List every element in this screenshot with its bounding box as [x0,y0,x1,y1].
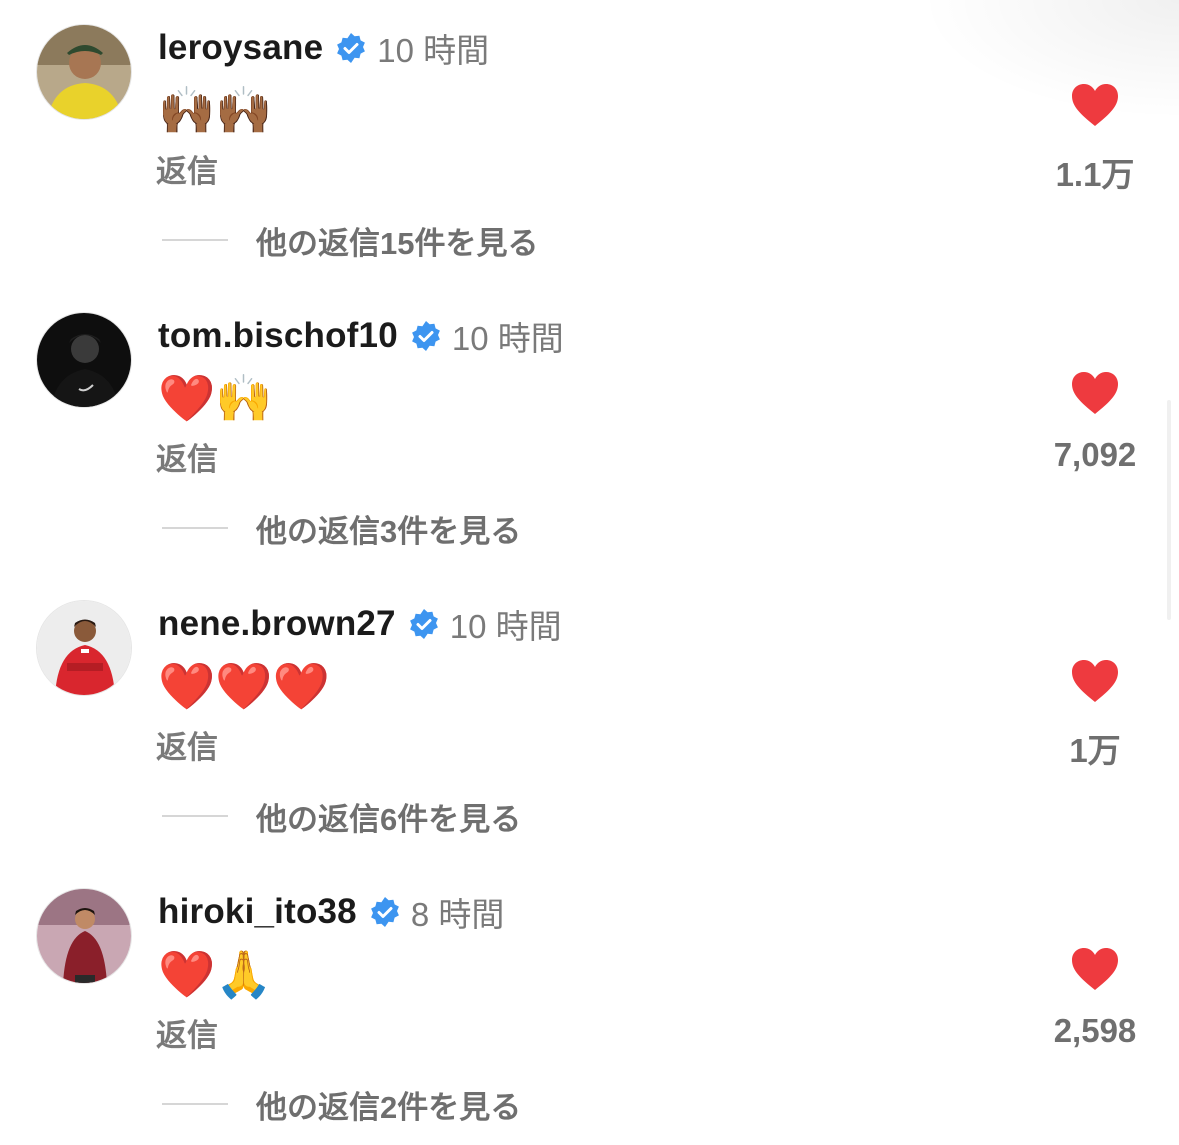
comment-time: 10 時間 [449,608,562,645]
comment-text: ❤️🙏 [158,947,273,1001]
comment-header: nene.brown27 10 時間 [158,598,562,650]
view-more-replies-label: 他の返信6件を見る [256,801,522,837]
divider-line [162,239,228,241]
avatar[interactable] [36,888,132,984]
comment-item: nene.brown27 10 時間 ❤️❤️❤️ 返信 1万 他の返信6件を見… [0,576,1179,864]
verified-badge-icon [335,32,367,64]
avatar[interactable] [36,600,132,696]
reply-button[interactable]: 返信 [156,722,218,767]
view-more-replies[interactable]: 他の返信2件を見る [162,1082,521,1126]
comment-item: leroysane 10 時間 🙌🏾🙌🏾 返信 1.1万 他の返信15件を見る [0,0,1179,288]
reply-button[interactable]: 返信 [156,1010,218,1055]
username[interactable]: leroysane [158,28,323,68]
comment-item: hiroki_ito38 8 時間 ❤️🙏 返信 2,598 他の返信2件を見る [0,864,1179,1145]
divider-line [162,815,228,817]
avatar-image [37,889,131,983]
view-more-replies[interactable]: 他の返信15件を見る [162,218,538,262]
like-count: 2,598 [1053,1012,1137,1049]
comments-page: leroysane 10 時間 🙌🏾🙌🏾 返信 1.1万 他の返信15件を見る [0,0,1179,1145]
like-count: 1.1万 [1055,156,1135,193]
view-more-replies-label: 他の返信3件を見る [256,513,522,549]
comment-time: 10 時間 [377,32,490,69]
comment-text: ❤️🙌 [158,371,273,425]
verified-badge-icon [410,320,442,352]
like-count: 7,092 [1053,436,1137,473]
comment-header: tom.bischof10 10 時間 [158,310,564,362]
heart-icon[interactable] [1070,946,1120,992]
divider-line [162,527,228,529]
comment-time: 10 時間 [451,320,564,357]
avatar-image [37,25,131,119]
heart-icon[interactable] [1070,658,1120,704]
heart-icon[interactable] [1070,370,1120,416]
username[interactable]: nene.brown27 [158,604,396,644]
avatar[interactable] [36,312,132,408]
divider-line [162,1103,228,1105]
view-more-replies-label: 他の返信2件を見る [256,1089,522,1125]
comment-text: 🙌🏾🙌🏾 [158,83,273,137]
verified-badge-icon [369,896,401,928]
comment-item: tom.bischof10 10 時間 ❤️🙌 返信 7,092 他の返信3件を… [0,288,1179,576]
avatar-image [37,601,131,695]
comment-header: hiroki_ito38 8 時間 [158,886,504,938]
reply-button[interactable]: 返信 [156,434,218,479]
comment-header: leroysane 10 時間 [158,22,489,74]
comment-text: ❤️❤️❤️ [158,659,330,713]
view-more-replies[interactable]: 他の返信6件を見る [162,794,521,838]
username[interactable]: tom.bischof10 [158,316,398,356]
view-more-replies-label: 他の返信15件を見る [256,225,539,261]
like-count: 1万 [1069,732,1121,769]
view-more-replies[interactable]: 他の返信3件を見る [162,506,521,550]
username[interactable]: hiroki_ito38 [158,892,357,932]
verified-badge-icon [408,608,440,640]
heart-icon[interactable] [1070,82,1120,128]
avatar[interactable] [36,24,132,120]
reply-button[interactable]: 返信 [156,146,218,191]
comment-time: 8 時間 [410,896,505,933]
avatar-image [37,313,131,407]
